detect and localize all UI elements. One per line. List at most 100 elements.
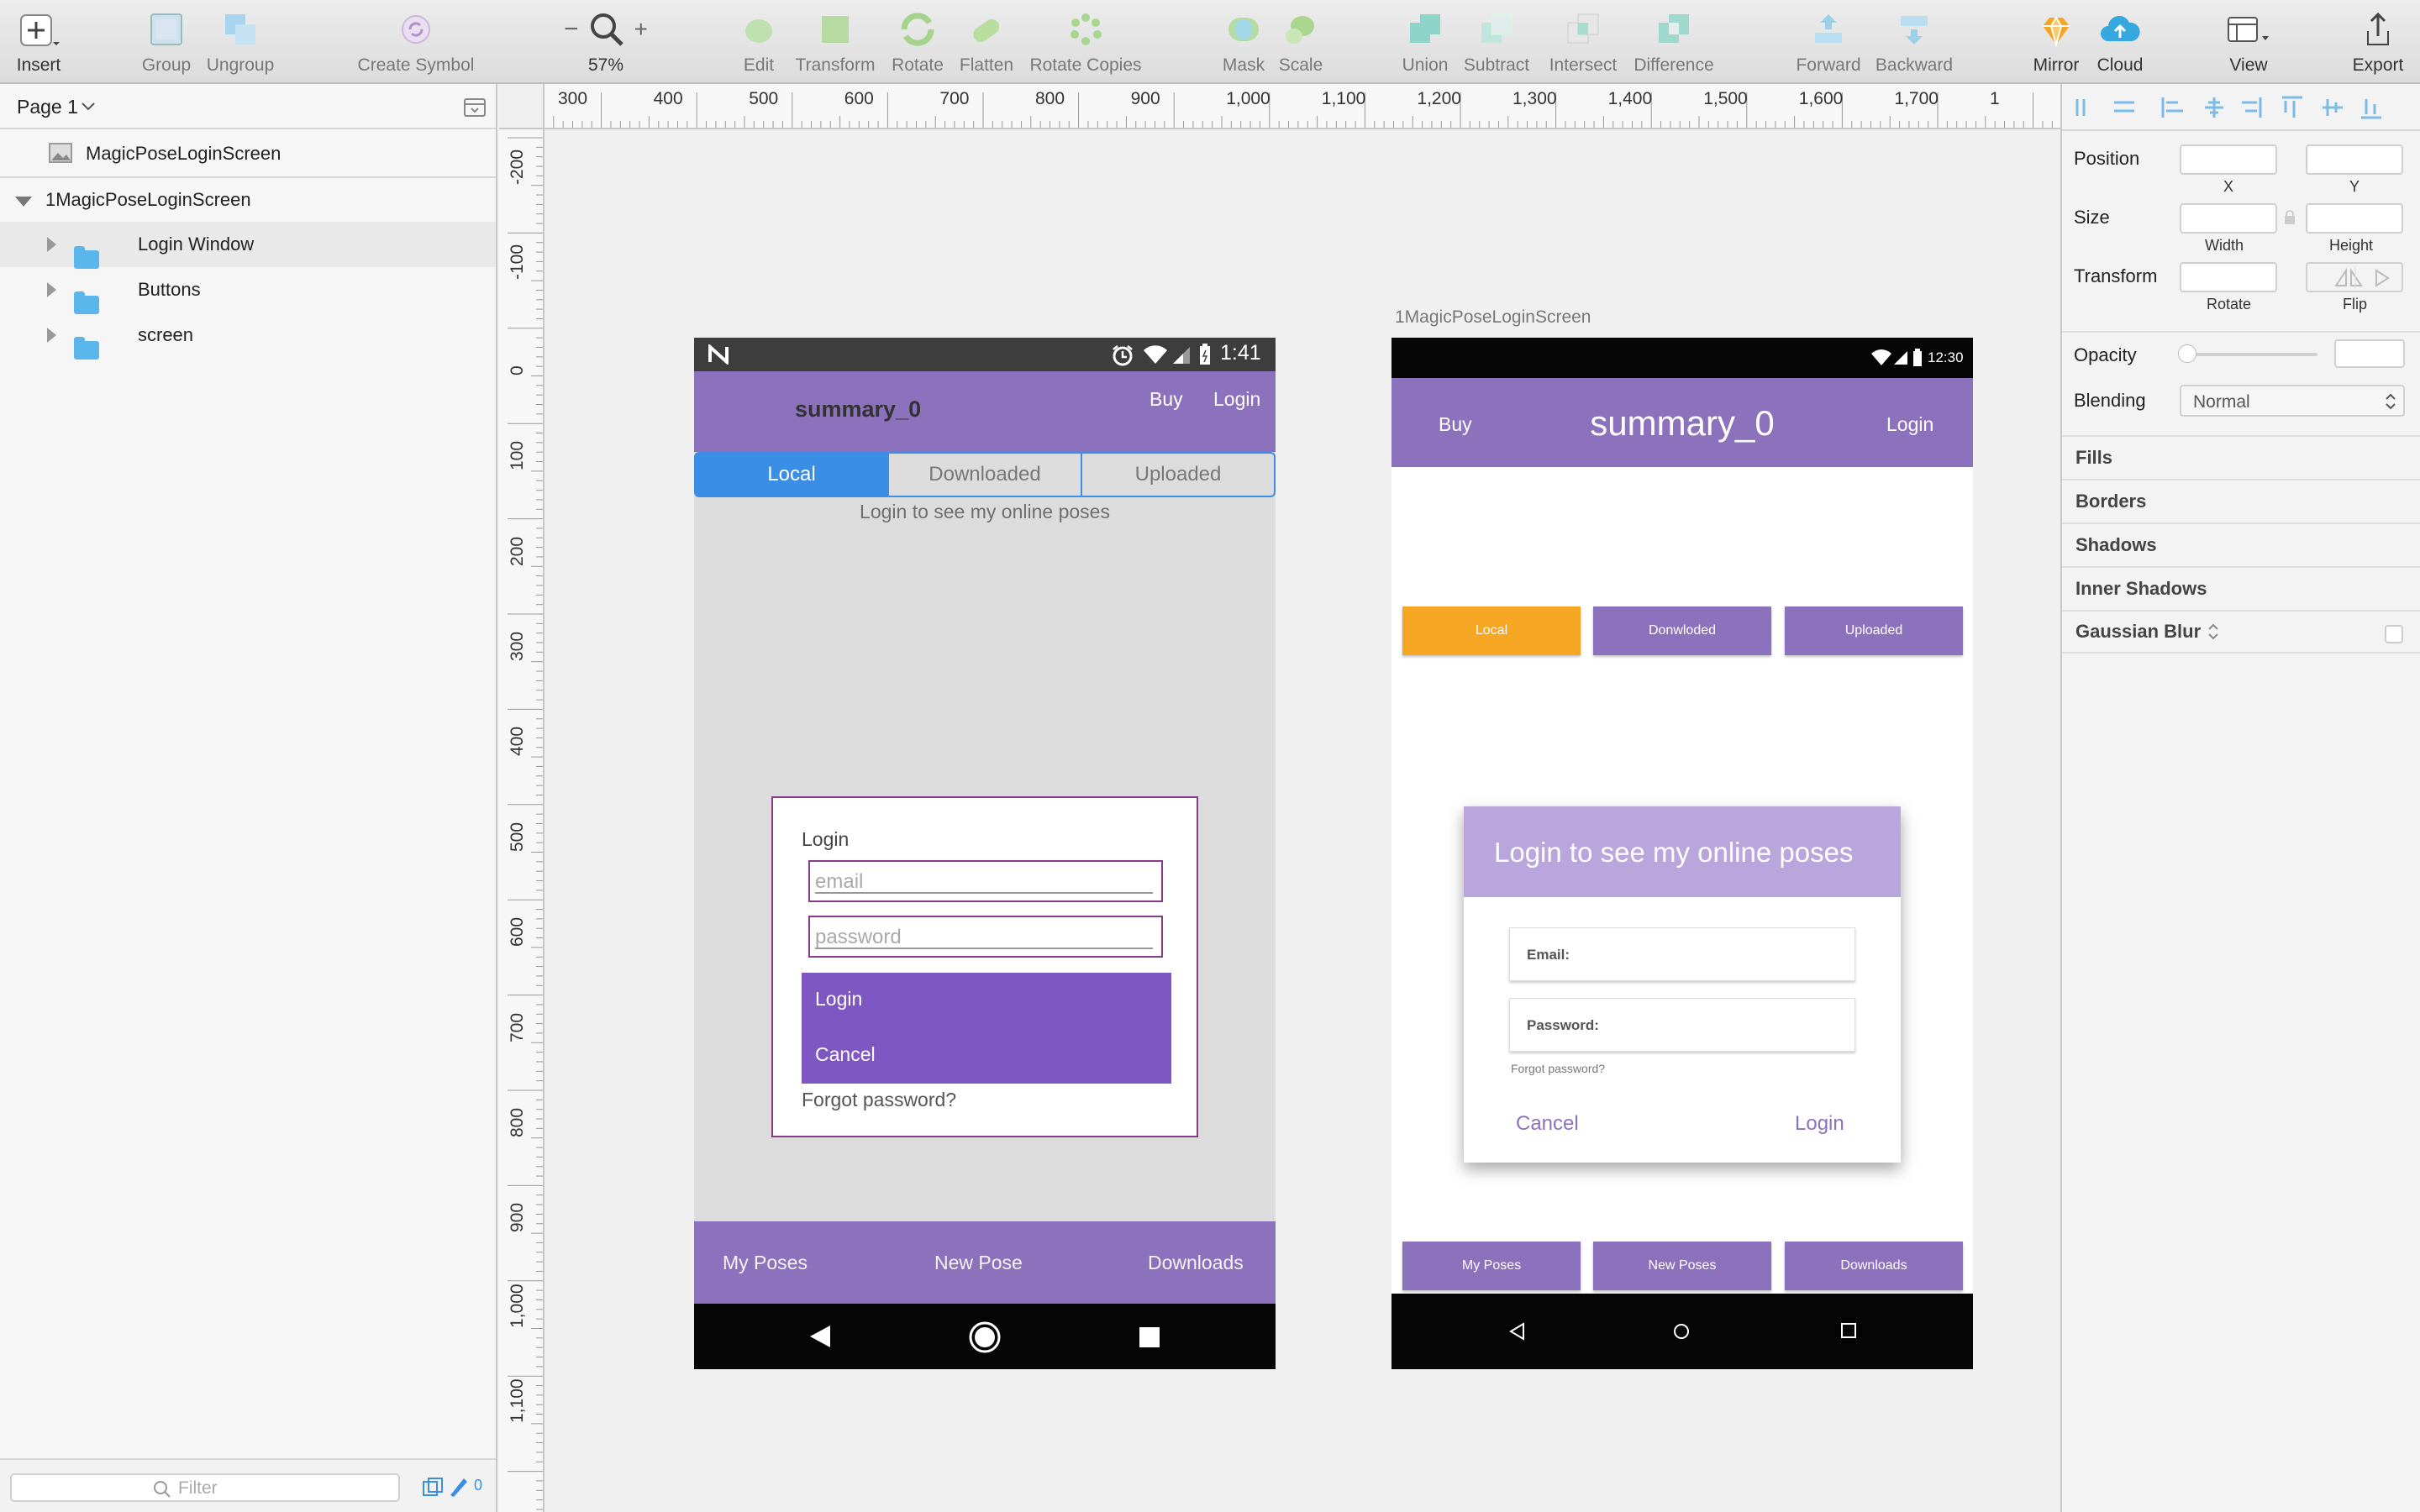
bottom-tab-downloads[interactable]: Downloads <box>1785 1242 1963 1290</box>
artboard-title[interactable]: 1MagicPoseLoginScreen <box>1395 307 1591 328</box>
backward-button[interactable]: Backward <box>1870 5 1958 79</box>
gaussian-blur-checkbox[interactable] <box>2385 625 2403 643</box>
zoom-in-icon[interactable]: + <box>634 16 648 43</box>
rotate-button[interactable]: Rotate <box>887 5 948 79</box>
ungroup-button[interactable]: Ungroup <box>205 5 276 79</box>
tab-downloaded[interactable]: Donwloded <box>1593 606 1771 655</box>
back-icon[interactable] <box>1509 1322 1526 1341</box>
blending-select[interactable]: Normal <box>2180 385 2405 417</box>
email-field[interactable]: email <box>808 860 1163 902</box>
login-submit-button[interactable]: Login <box>815 988 862 1011</box>
cancel-button[interactable]: Cancel <box>815 1043 876 1066</box>
mirror-button[interactable]: Mirror <box>2028 5 2084 79</box>
alignment-icons[interactable] <box>2062 84 2420 131</box>
mirror-label: Mirror <box>2033 55 2080 75</box>
login-menu-button[interactable]: Login <box>1886 413 1933 436</box>
tab-local[interactable]: Local <box>1402 606 1581 655</box>
gaussian-blur-section[interactable]: Gaussian Blur <box>2062 610 2420 654</box>
layer-row-screen[interactable]: screen <box>0 312 496 360</box>
updown-chevron-icon[interactable] <box>2207 622 2219 641</box>
mask-icon <box>1225 5 1262 54</box>
ruler-number: 900 <box>1130 89 1160 108</box>
bottom-tab-my-poses[interactable]: My Poses <box>723 1252 808 1274</box>
subtract-button[interactable]: Subtract <box>1459 5 1534 79</box>
width-input[interactable] <box>2180 203 2277 234</box>
buy-button[interactable]: Buy <box>1150 388 1183 411</box>
zoom-out-icon[interactable]: − <box>564 15 579 44</box>
position-x-input[interactable] <box>2180 144 2277 175</box>
collapse-pages-icon[interactable] <box>464 97 486 118</box>
create-symbol-button[interactable]: Create Symbol <box>353 5 479 79</box>
edit-button[interactable]: Edit <box>736 5 781 79</box>
opacity-slider[interactable] <box>2186 353 2317 356</box>
disclosure-down-icon[interactable] <box>15 197 32 207</box>
page-selector[interactable]: Page 1 <box>0 84 496 129</box>
disclosure-right-icon[interactable] <box>47 328 56 343</box>
transform-label: Transform <box>795 55 876 75</box>
forgot-password-link[interactable]: Forgot password? <box>1511 1062 1605 1075</box>
layer-row-buttons[interactable]: Buttons <box>0 267 496 314</box>
password-field[interactable]: Password: <box>1509 998 1855 1052</box>
difference-label: Difference <box>1634 55 1714 75</box>
back-icon[interactable] <box>808 1324 834 1349</box>
bottom-tab-downloads[interactable]: Downloads <box>1148 1252 1244 1274</box>
bottom-tab-my-poses[interactable]: My Poses <box>1402 1242 1581 1290</box>
login-submit-button[interactable]: Login <box>1795 1112 1844 1136</box>
disclosure-right-icon[interactable] <box>47 237 56 252</box>
scale-button[interactable]: Scale <box>1274 5 1328 79</box>
login-menu-button[interactable]: Login <box>1213 388 1260 411</box>
group-button[interactable]: Group <box>138 5 195 79</box>
flip-control[interactable] <box>2306 262 2403 292</box>
status-bar: 12:30 <box>1392 338 1973 378</box>
recents-icon[interactable] <box>1840 1322 1857 1339</box>
rotate-copies-button[interactable]: Rotate Copies <box>1027 5 1144 79</box>
lock-icon[interactable] <box>2284 210 2296 225</box>
home-icon[interactable] <box>1672 1322 1691 1341</box>
home-icon[interactable] <box>968 1320 1002 1354</box>
position-y-input[interactable] <box>2306 144 2403 175</box>
scale-label: Scale <box>1278 55 1323 75</box>
zoom-control[interactable]: − + 57% <box>558 5 654 79</box>
tab-uploaded[interactable]: Uploaded <box>1785 606 1963 655</box>
artboard-image-phone-screenshot[interactable]: 1:41 summary_0 Buy Login Local Downloade… <box>694 338 1276 1369</box>
tab-uploaded[interactable]: Uploaded <box>1081 452 1276 497</box>
artboard-login-screen[interactable]: 12:30 Buy summary_0 Login Local Donwlode… <box>1392 338 1973 1369</box>
disclosure-right-icon[interactable] <box>47 282 56 297</box>
symbols-filter-icon[interactable] <box>422 1477 444 1499</box>
shadows-section[interactable]: Shadows <box>2062 522 2420 566</box>
opacity-input[interactable] <box>2334 339 2405 368</box>
email-field[interactable]: Email: <box>1509 927 1855 981</box>
view-button[interactable]: View <box>2215 5 2282 79</box>
pen-filter-icon[interactable] <box>447 1475 469 1499</box>
password-field[interactable]: password <box>808 916 1163 958</box>
forgot-password-link[interactable]: Forgot password? <box>802 1089 956 1111</box>
recents-icon[interactable] <box>1138 1326 1161 1349</box>
borders-section[interactable]: Borders <box>2062 479 2420 522</box>
opacity-slider-knob[interactable] <box>2178 344 2196 363</box>
union-button[interactable]: Union <box>1398 5 1452 79</box>
canvas[interactable]: 1:41 summary_0 Buy Login Local Downloade… <box>544 129 2060 1512</box>
mask-button[interactable]: Mask <box>1218 5 1269 79</box>
rotate-input[interactable] <box>2180 262 2277 292</box>
cancel-button[interactable]: Cancel <box>1516 1112 1579 1136</box>
filter-input[interactable]: Filter <box>10 1473 400 1502</box>
layer-row-artboard-image[interactable]: MagicPoseLoginScreen <box>0 131 496 176</box>
difference-button[interactable]: Difference <box>1630 5 1718 79</box>
layer-row-login-window[interactable]: Login Window <box>0 222 496 269</box>
intersect-button[interactable]: Intersect <box>1543 5 1623 79</box>
flatten-button[interactable]: Flatten <box>955 5 1018 79</box>
bottom-tab-new-pose[interactable]: New Pose <box>934 1252 1023 1274</box>
transform-button[interactable]: Transform <box>792 5 879 79</box>
tab-local[interactable]: Local <box>694 452 889 497</box>
inner-shadows-section[interactable]: Inner Shadows <box>2062 566 2420 610</box>
export-button[interactable]: Export <box>2348 5 2408 79</box>
transform-label: Transform <box>2074 265 2158 286</box>
height-input[interactable] <box>2306 203 2403 234</box>
cloud-button[interactable]: Cloud <box>2092 5 2148 79</box>
bottom-tab-new-poses[interactable]: New Poses <box>1593 1242 1771 1290</box>
layer-row-artboard[interactable]: 1MagicPoseLoginScreen <box>0 176 496 222</box>
fills-section[interactable]: Fills <box>2062 435 2420 479</box>
forward-button[interactable]: Forward <box>1795 5 1862 79</box>
tab-downloaded[interactable]: Downloaded <box>887 452 1082 497</box>
insert-button[interactable]: Insert <box>12 5 66 79</box>
